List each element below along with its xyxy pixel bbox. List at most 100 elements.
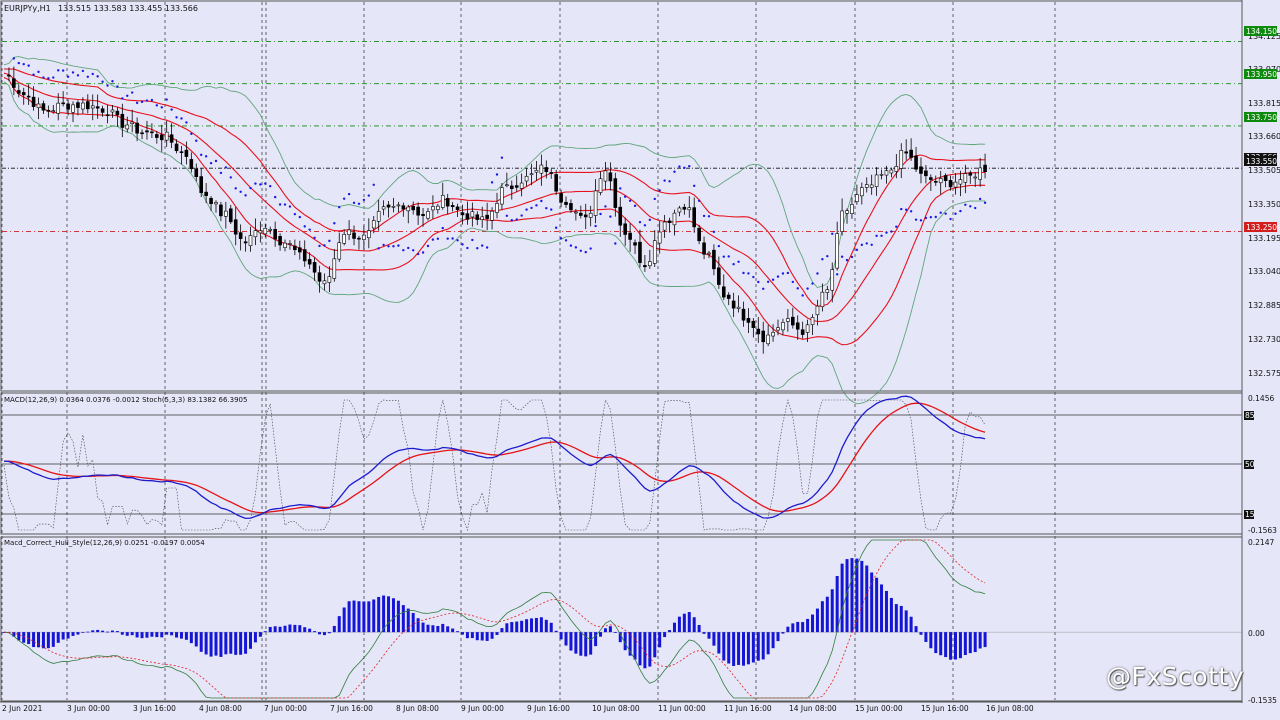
psar-dot — [436, 237, 440, 240]
candle-body — [529, 173, 534, 176]
candle-body — [850, 204, 854, 214]
hull-histogram-bar — [81, 631, 85, 633]
psar-dot — [42, 76, 45, 79]
psar-dot — [855, 248, 859, 252]
hull-histogram-bar — [865, 565, 869, 633]
candle-body — [169, 134, 174, 143]
hull-histogram-bar — [919, 632, 923, 635]
candle-body — [445, 198, 450, 207]
time-tick: 3 Jun 16:00 — [133, 704, 176, 713]
level-label: 134.150 — [1246, 27, 1277, 36]
candle-body — [278, 235, 282, 246]
candle-body — [830, 269, 835, 291]
psar-dot — [204, 155, 208, 158]
psar-dot — [209, 161, 213, 165]
hull-histogram-bar — [382, 595, 386, 633]
hull-histogram-bar — [288, 624, 292, 633]
macd-bottom-tick: -0.1563 — [1248, 526, 1277, 535]
psar-dot — [668, 180, 671, 183]
hull-histogram-bar — [318, 632, 322, 635]
hull-histogram-bar — [76, 632, 80, 635]
psar-dot — [313, 236, 316, 240]
psar-dot — [727, 255, 730, 258]
psar-dot — [826, 254, 829, 258]
psar-dot — [890, 230, 893, 233]
hull-histogram-bar — [387, 596, 391, 633]
psar-dot — [900, 207, 903, 211]
candle-body — [135, 122, 139, 134]
candle-body — [588, 212, 593, 218]
psar-dot — [604, 205, 607, 208]
time-tick: 9 Jun 16:00 — [527, 704, 570, 713]
candle-body — [90, 105, 95, 109]
psar-dot — [762, 287, 765, 290]
level-label: 133.750 — [1246, 113, 1277, 122]
psar-dot — [983, 201, 987, 204]
psar-dot — [500, 156, 504, 159]
hull-histogram-bar — [253, 632, 257, 643]
psar-dot — [653, 197, 656, 201]
psar-dot — [623, 195, 627, 198]
hull-histogram-bar — [451, 628, 455, 633]
candle-body — [86, 101, 90, 110]
time-tick: 4 Jun 08:00 — [199, 704, 242, 713]
candle-body — [687, 207, 692, 211]
candle-body — [125, 124, 130, 130]
psar-dot — [308, 228, 311, 231]
hull-histogram-bar — [648, 632, 652, 667]
candle-body — [603, 170, 608, 182]
hull-histogram-bar — [722, 632, 726, 661]
hull-histogram-bar — [219, 632, 223, 657]
hull-histogram-bar — [751, 632, 755, 663]
hull-histogram-bar — [544, 619, 548, 633]
candle-body — [726, 294, 731, 299]
psar-dot — [185, 121, 188, 124]
candle-body — [199, 176, 203, 193]
psar-dot — [466, 246, 469, 250]
hull-histogram-bar — [101, 630, 105, 633]
hull-histogram-bar — [234, 632, 238, 655]
candle-body — [130, 121, 134, 124]
hull-histogram-bar — [263, 631, 267, 633]
psar-dot — [121, 97, 124, 100]
psar-dot — [766, 280, 770, 283]
hull-histogram-bar — [372, 599, 376, 633]
candle-body — [973, 176, 978, 179]
psar-dot — [786, 271, 790, 275]
hull-histogram-bar — [672, 622, 676, 633]
hull-histogram-bar — [396, 600, 400, 633]
candle-body — [401, 205, 406, 210]
candle-body — [731, 300, 736, 309]
psar-dot — [229, 176, 232, 179]
psar-dot — [974, 206, 977, 210]
psar-dot — [688, 164, 691, 168]
psar-dot — [367, 194, 371, 197]
psar-dot — [476, 247, 479, 250]
candle-body — [100, 108, 105, 113]
candle-body — [386, 204, 391, 208]
chart-canvas[interactable]: EURJPYy,H1 133.515 133.583 133.455 133.5… — [0, 0, 1280, 716]
hull-histogram-bar — [870, 572, 874, 633]
hull-histogram-bar — [86, 631, 90, 633]
price-tick: 133.350 — [1248, 200, 1280, 209]
psar-dot — [357, 202, 361, 205]
psar-dot — [81, 69, 85, 73]
candle-body — [184, 149, 189, 157]
hull-histogram-bar — [860, 560, 864, 633]
candle-body — [894, 166, 899, 172]
hull-histogram-bar — [697, 624, 701, 633]
candle-body — [790, 316, 795, 326]
hull-histogram-bar — [875, 577, 879, 633]
hull-histogram-bar — [273, 626, 277, 633]
candle-body — [574, 211, 578, 214]
candle-body — [810, 317, 815, 325]
psar-dot — [693, 184, 696, 188]
psar-dot — [175, 116, 178, 119]
psar-dot — [145, 99, 149, 102]
hull-histogram-bar — [638, 632, 642, 666]
psar-dot — [628, 199, 632, 203]
psar-dot — [594, 224, 597, 228]
time-tick: 11 Jun 16:00 — [724, 704, 772, 713]
hull-histogram-bar — [362, 601, 366, 633]
hull-histogram-bar — [37, 632, 41, 648]
